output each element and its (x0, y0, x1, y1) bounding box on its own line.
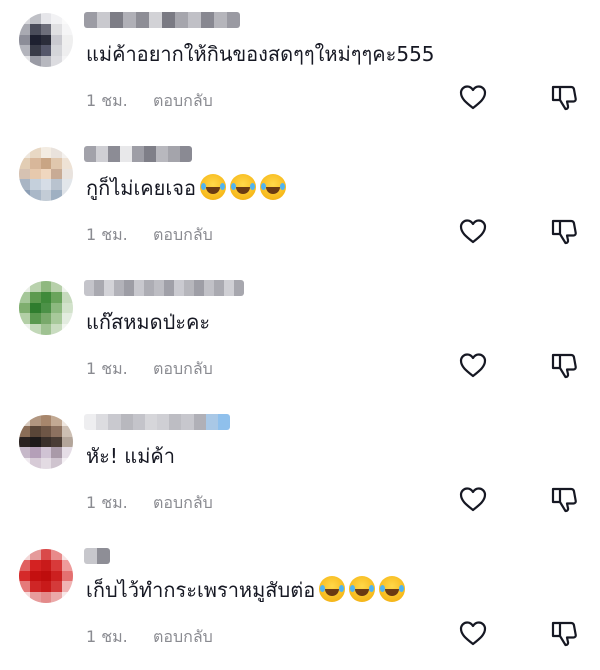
comment-text: แม่ค้าอยากให้กินของสดๆๆใหม่ๆๆคะ555 (86, 40, 435, 68)
comment-item: เก็บไว้ทำกระเพราหมูสับต่อ 1 ชม. ตอบกลับ (0, 536, 600, 670)
comment-timestamp: 1 ชม. (86, 493, 128, 512)
avatar[interactable] (19, 147, 73, 201)
comment-item: กูก็ไม่เคยเจอ 1 ชม. ตอบกลับ (0, 134, 600, 268)
username[interactable] (84, 548, 110, 564)
comment-body: แม่ค้าอยากให้กินของสดๆๆใหม่ๆๆคะ555 (86, 42, 435, 66)
reply-button[interactable]: ตอบกลับ (153, 491, 213, 516)
comment-timestamp: 1 ชม. (86, 359, 128, 378)
comment-timestamp: 1 ชม. (86, 225, 128, 244)
heart-icon[interactable] (458, 618, 488, 648)
username[interactable] (84, 280, 244, 296)
thumbs-down-icon[interactable] (549, 618, 579, 648)
laughing-crying-emoji-icon (319, 576, 346, 602)
comment-timestamp: 1 ชม. (86, 627, 128, 646)
avatar[interactable] (19, 13, 73, 67)
comment-item: แม่ค้าอยากให้กินของสดๆๆใหม่ๆๆคะ555 1 ชม. ต… (0, 0, 600, 134)
heart-icon[interactable] (458, 484, 488, 514)
laughing-crying-emoji-icon (379, 576, 406, 602)
reply-button[interactable]: ตอบกลับ (153, 223, 213, 248)
comment-text: แก๊สหมดป่ะคะ (86, 308, 210, 336)
heart-icon[interactable] (458, 82, 488, 112)
laughing-crying-emoji-icon (229, 174, 256, 200)
username[interactable] (84, 12, 240, 28)
laughing-crying-emoji-icon (259, 174, 286, 200)
avatar[interactable] (19, 281, 73, 335)
thumbs-down-icon[interactable] (549, 82, 579, 112)
comment-body: เก็บไว้ทำกระเพราหมูสับต่อ (86, 578, 316, 602)
reply-button[interactable]: ตอบกลับ (153, 357, 213, 382)
avatar[interactable] (19, 415, 73, 469)
comment-item: หัะ! แม่ค้า 1 ชม. ตอบกลับ (0, 402, 600, 536)
comment-body: กูก็ไม่เคยเจอ (86, 176, 196, 200)
laughing-crying-emoji-icon (199, 174, 226, 200)
reply-button[interactable]: ตอบกลับ (153, 625, 213, 650)
heart-icon[interactable] (458, 216, 488, 246)
comment-text: เก็บไว้ทำกระเพราหมูสับต่อ (86, 576, 406, 604)
username[interactable] (84, 146, 192, 162)
laughing-crying-emoji-icon (349, 576, 376, 602)
comment-body: หัะ! แม่ค้า (86, 444, 175, 468)
comment-body: แก๊สหมดป่ะคะ (86, 310, 211, 334)
avatar[interactable] (19, 549, 73, 603)
username[interactable] (84, 414, 230, 430)
comment-timestamp: 1 ชม. (86, 91, 128, 110)
comment-text: หัะ! แม่ค้า (86, 442, 175, 470)
thumbs-down-icon[interactable] (549, 484, 579, 514)
heart-icon[interactable] (458, 350, 488, 380)
thumbs-down-icon[interactable] (549, 216, 579, 246)
comment-text: กูก็ไม่เคยเจอ (86, 174, 286, 202)
reply-button[interactable]: ตอบกลับ (153, 89, 213, 114)
comment-item: แก๊สหมดป่ะคะ 1 ชม. ตอบกลับ (0, 268, 600, 402)
thumbs-down-icon[interactable] (549, 350, 579, 380)
